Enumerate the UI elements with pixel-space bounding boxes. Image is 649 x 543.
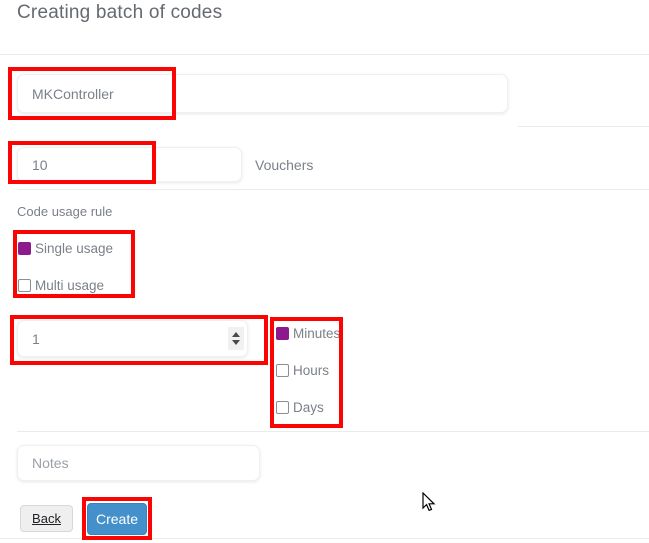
mouse-cursor-icon [422, 492, 436, 512]
divider-notes [17, 431, 649, 432]
stepper-up-icon[interactable] [232, 332, 240, 337]
checkbox-minutes-label: Minutes [293, 326, 341, 341]
create-batch-of-codes-page: Creating batch of codes Vouchers Code us… [0, 0, 649, 543]
duration-input[interactable] [17, 320, 248, 357]
checkbox-minutes-box[interactable] [276, 327, 289, 340]
checkbox-days-box[interactable] [276, 401, 289, 414]
code-usage-rule-label: Code usage rule [17, 204, 113, 219]
vouchers-count-input[interactable] [17, 147, 242, 182]
divider-header [0, 54, 649, 55]
checkbox-hours-label: Hours [293, 363, 330, 378]
divider-right-upper [518, 126, 649, 127]
page-title: Creating batch of codes [17, 2, 223, 23]
checkbox-multi-usage-box[interactable] [18, 279, 31, 292]
stepper-down-icon[interactable] [232, 340, 240, 345]
checkbox-single-usage-label: Single usage [35, 241, 114, 256]
notes-input[interactable] [17, 445, 260, 481]
divider-footer [0, 538, 649, 539]
create-button[interactable]: Create [87, 503, 147, 535]
vouchers-label: Vouchers [255, 157, 314, 173]
checkbox-single-usage-box[interactable] [18, 242, 31, 255]
checkbox-single-usage[interactable]: Single usage [18, 241, 113, 256]
duration-stepper[interactable] [228, 327, 244, 350]
back-button[interactable]: Back [20, 505, 73, 532]
batch-name-input[interactable] [17, 74, 508, 113]
checkbox-hours-box[interactable] [276, 364, 289, 377]
checkbox-multi-usage-label: Multi usage [35, 278, 105, 293]
checkbox-minutes[interactable]: Minutes [276, 326, 340, 341]
checkbox-days[interactable]: Days [276, 400, 324, 415]
checkbox-days-label: Days [293, 400, 324, 415]
checkbox-hours[interactable]: Hours [276, 363, 329, 378]
checkbox-multi-usage[interactable]: Multi usage [18, 278, 104, 293]
divider-vouchers [17, 189, 649, 190]
